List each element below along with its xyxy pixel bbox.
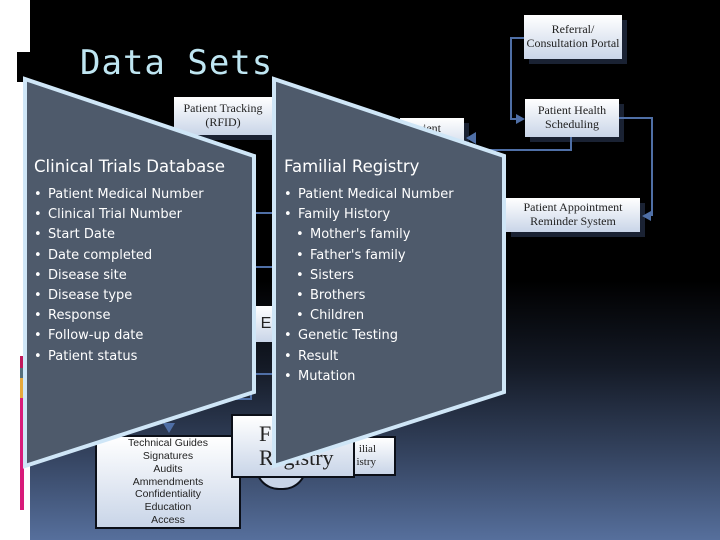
list-item: Mutation [284, 367, 454, 387]
panel-title: Clinical Trials Database [34, 157, 226, 176]
list-item: Family History [284, 205, 454, 225]
list-item: Disease type [34, 286, 225, 306]
list-item: Patient status [34, 347, 225, 367]
list-item: Disease site [34, 266, 225, 286]
list-subitem: Sisters [284, 266, 454, 286]
clinical-trials-list: Patient Medical Number Clinical Trial Nu… [34, 185, 225, 367]
list-item: Patient Medical Number [284, 185, 454, 205]
list-item: Genetic Testing [284, 326, 454, 346]
list-subitem: Father's family [284, 246, 454, 266]
list-item: Follow-up date [34, 326, 225, 346]
list-item: Date completed [34, 246, 225, 266]
clinical-trials-panel: Clinical Trials Database Patient Medical… [34, 157, 225, 367]
list-item: Patient Medical Number [34, 185, 225, 205]
list-subitem: Mother's family [284, 225, 454, 245]
list-item: Response [34, 306, 225, 326]
list-subitem: Brothers [284, 286, 454, 306]
list-subitem: Children [284, 306, 454, 326]
panel-title: Familial Registry [284, 157, 420, 176]
list-item: Start Date [34, 225, 225, 245]
list-item: Result [284, 347, 454, 367]
list-item: Clinical Trial Number [34, 205, 225, 225]
familial-registry-panel: Familial Registry Patient Medical Number… [284, 157, 454, 387]
familial-registry-list: Patient Medical Number Family History Mo… [284, 185, 454, 387]
